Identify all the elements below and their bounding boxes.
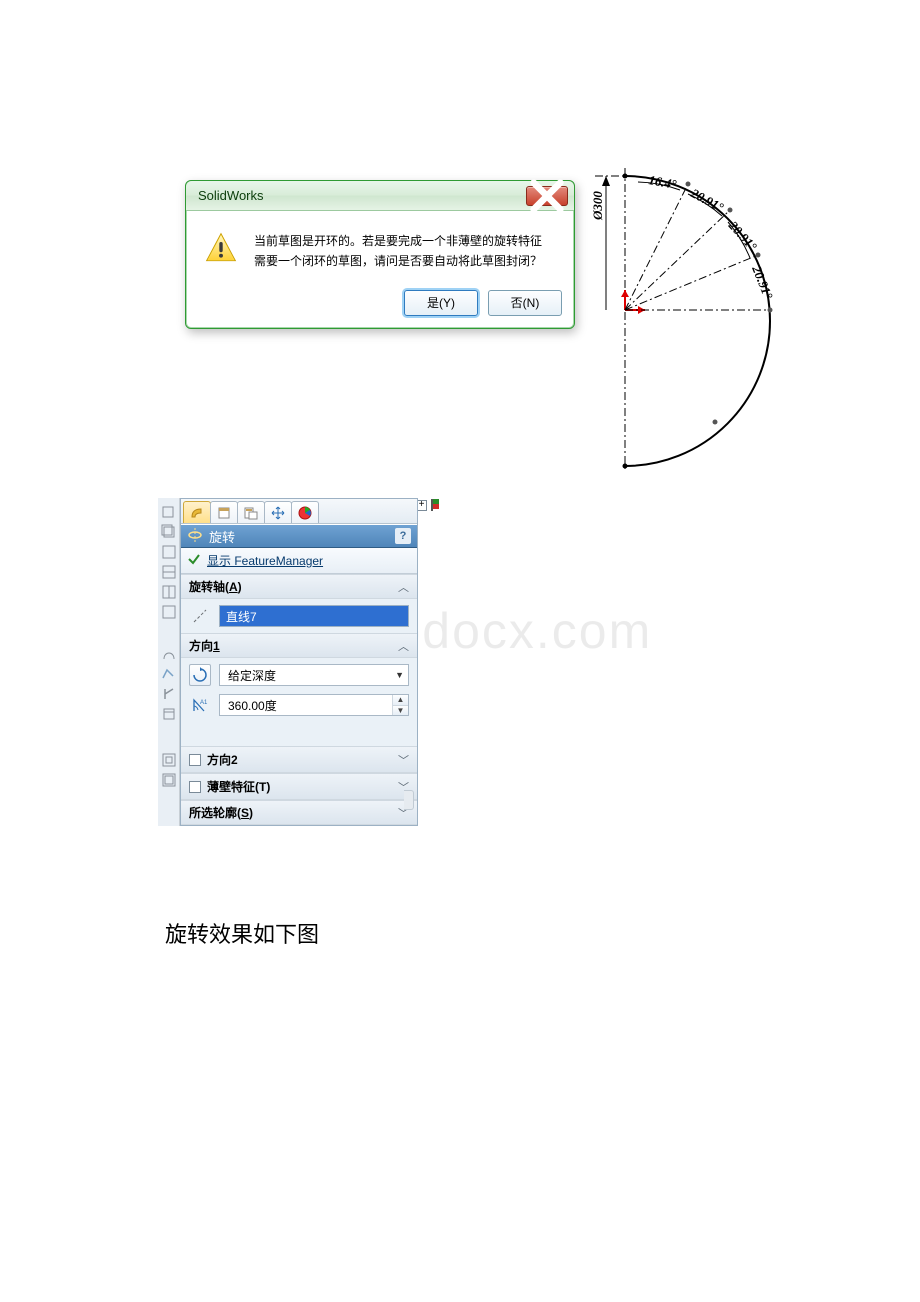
propertymanager-panel: 旋转 ? 显示 FeatureManager 旋转轴(A) ︿ 直线7	[180, 498, 418, 826]
dialog-message-line1: 当前草图是开环的。若是要完成一个非薄壁的旋转特征	[254, 231, 558, 251]
tool-icon-5[interactable]	[161, 584, 177, 600]
caption-text: 旋转效果如下图	[165, 917, 319, 949]
pm-tab-display[interactable]	[237, 501, 265, 523]
no-button[interactable]: 否(N)	[488, 290, 562, 316]
chevron-up-icon: ︿	[398, 638, 409, 654]
tool-icon-6[interactable]	[161, 604, 177, 620]
tool-icon-4[interactable]	[161, 564, 177, 580]
section-thin-header[interactable]: 薄壁特征(T) ﹀	[181, 773, 417, 800]
angle-icon: A1	[189, 694, 211, 716]
show-featuremanager-link[interactable]: 显示 FeatureManager	[181, 548, 417, 574]
chevron-up-icon: ︿	[398, 579, 409, 595]
close-button[interactable]	[526, 186, 568, 206]
svg-text:A1: A1	[200, 700, 208, 706]
pm-tabstrip	[181, 499, 417, 524]
pm-title: 旋转	[209, 527, 235, 546]
angle-label-1: 16.4°	[647, 172, 678, 192]
section-contour-header[interactable]: 所选轮廓(S) ﹀	[181, 800, 417, 825]
angle-spinner[interactable]: 360.00度 ▲ ▼	[219, 694, 409, 716]
end-condition-value: 给定深度	[228, 667, 276, 684]
fm-link-label: 显示 FeatureManager	[207, 552, 323, 569]
spinner-up-button[interactable]: ▲	[393, 695, 408, 706]
left-vertical-toolbar	[158, 498, 180, 826]
reverse-direction-button[interactable]	[189, 664, 211, 686]
help-button[interactable]: ?	[395, 528, 411, 544]
pm-tab-appearance[interactable]	[291, 501, 319, 523]
angle-label-4: 20.91°	[749, 263, 776, 302]
warning-icon	[204, 231, 238, 265]
tool-icon-2[interactable]	[161, 524, 177, 540]
tool-icon-10[interactable]	[161, 706, 177, 722]
flag-icon	[429, 498, 441, 512]
tool-icon-11[interactable]	[161, 752, 177, 768]
sketch-diagram: Ø300	[590, 160, 780, 480]
tool-icon-3[interactable]	[161, 544, 177, 560]
expand-flyout[interactable]: +	[416, 498, 441, 512]
dir2-checkbox[interactable]	[189, 754, 201, 766]
axis-icon	[189, 605, 211, 627]
panel-drag-handle[interactable]	[404, 790, 414, 810]
dialog-title: SolidWorks	[198, 188, 264, 203]
yes-button[interactable]: 是(Y)	[404, 290, 478, 316]
dialog-titlebar: SolidWorks	[186, 181, 574, 211]
close-icon	[527, 176, 567, 216]
thin-checkbox[interactable]	[189, 781, 201, 793]
pm-tab-move[interactable]	[264, 501, 292, 523]
angle-value[interactable]: 360.00度	[220, 695, 392, 715]
dialog-message: 当前草图是开环的。若是要完成一个非薄壁的旋转特征 需要一个闭环的草图，请问是否要…	[254, 231, 558, 272]
pm-tab-config[interactable]	[210, 501, 238, 523]
pm-tab-feature[interactable]	[183, 501, 211, 523]
angle-label-3: 20.91°	[725, 217, 760, 254]
angle-label-2: 20.91°	[688, 185, 727, 215]
revolve-icon	[187, 527, 203, 546]
section-dir1-header[interactable]: 方向1 ︿	[181, 633, 417, 658]
spinner-down-button[interactable]: ▼	[393, 706, 408, 716]
pm-header: 旋转 ?	[181, 524, 417, 548]
axis-selection-field[interactable]: 直线7	[219, 605, 409, 627]
tool-icon-9[interactable]	[161, 686, 177, 702]
tool-icon-8[interactable]	[161, 666, 177, 682]
tool-icon-1[interactable]	[161, 504, 177, 520]
end-condition-dropdown[interactable]: 给定深度 ▼	[219, 664, 409, 686]
solidworks-dialog: SolidWorks 当前草图是开环的。若是要完成一个非薄壁的旋转	[185, 180, 575, 329]
check-icon	[187, 552, 201, 569]
tool-icon-7[interactable]	[161, 646, 177, 662]
chevron-down-icon: ▼	[395, 670, 404, 680]
section-dir2-header[interactable]: 方向2 ﹀	[181, 746, 417, 773]
tool-icon-12[interactable]	[161, 772, 177, 788]
section-axis-header[interactable]: 旋转轴(A) ︿	[181, 574, 417, 599]
diameter-label: Ø300	[590, 191, 605, 221]
dialog-message-line2: 需要一个闭环的草图，请问是否要自动将此草图封闭？	[254, 251, 558, 271]
chevron-down-icon: ﹀	[398, 752, 409, 768]
